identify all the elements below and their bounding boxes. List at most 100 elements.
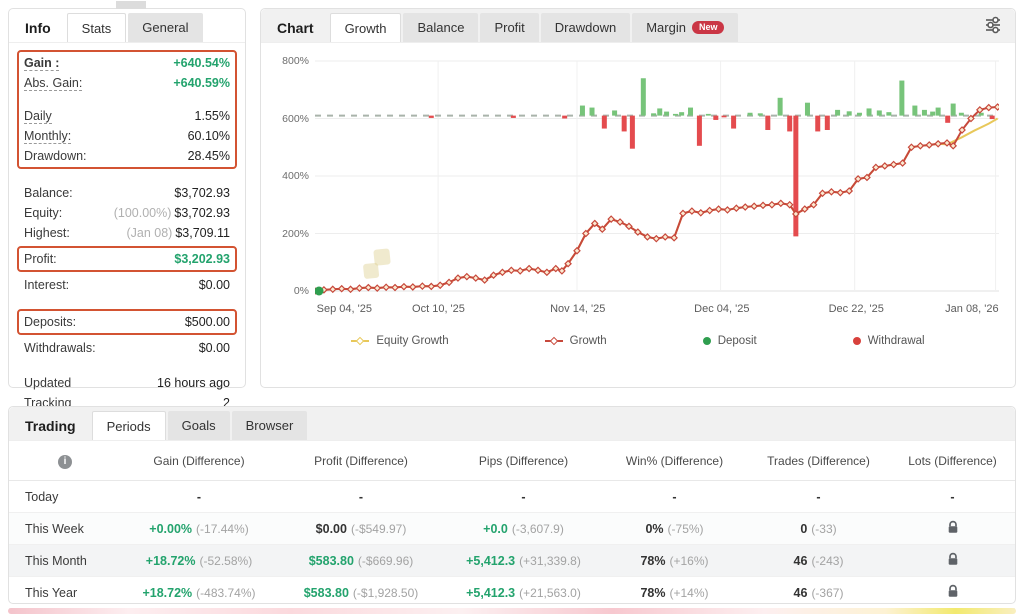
stat-section: Interest: $0.00 bbox=[17, 274, 237, 296]
growth-point-marker bbox=[760, 202, 766, 208]
periods-table-header: iGain (Difference)Profit (Difference)Pip… bbox=[9, 441, 1015, 481]
growth-point-marker bbox=[419, 283, 425, 289]
stat-value-wrap: $3,202.93 bbox=[174, 252, 230, 266]
tab-periods[interactable]: Periods bbox=[92, 411, 166, 440]
deposit-bar bbox=[679, 112, 684, 115]
stat-label[interactable]: Abs. Gain: bbox=[24, 76, 82, 91]
deposit-bar bbox=[847, 111, 852, 115]
legend-item-growth[interactable]: Growth bbox=[545, 335, 607, 347]
tab-goals[interactable]: Goals bbox=[168, 411, 230, 440]
withdrawal-bar bbox=[765, 116, 770, 130]
tab-general[interactable]: General bbox=[128, 13, 202, 42]
cell-main-value: - bbox=[197, 490, 201, 504]
growth-point-marker bbox=[891, 162, 897, 168]
stat-value-wrap: $500.00 bbox=[185, 315, 230, 329]
deposit-bar bbox=[912, 106, 917, 116]
period-label: This Week bbox=[9, 522, 121, 536]
deposit-bar bbox=[886, 112, 891, 115]
tab-profit[interactable]: Profit bbox=[480, 13, 538, 42]
tab-info[interactable]: Info bbox=[19, 13, 65, 42]
tab-stats[interactable]: Stats bbox=[67, 13, 127, 42]
stat-row-updated: Updated16 hours ago bbox=[24, 373, 230, 393]
table-row-this-month: This Month+18.72%(-52.58%)$583.80(-$669.… bbox=[9, 545, 1015, 577]
deposit-bar bbox=[951, 104, 956, 116]
growth-chart-svg[interactable] bbox=[315, 53, 999, 299]
y-tick-label: 0% bbox=[294, 285, 309, 297]
info-icon[interactable]: i bbox=[58, 455, 72, 469]
growth-point-marker bbox=[751, 203, 757, 209]
tab-growth[interactable]: Growth bbox=[330, 13, 402, 42]
growth-point-marker bbox=[535, 267, 541, 273]
stat-value-wrap: $0.00 bbox=[199, 278, 230, 292]
legend-label: Deposit bbox=[718, 335, 757, 347]
value-cell: 46(-243) bbox=[747, 554, 890, 568]
page: InfoStatsGeneral Gain :+640.54%Abs. Gain… bbox=[0, 0, 1024, 616]
column-header-trades: Trades (Difference) bbox=[747, 454, 890, 468]
x-tick-label: Nov 14, '25 bbox=[550, 303, 605, 315]
tab-label: General bbox=[142, 20, 188, 35]
cell-diff-value: (-$1,928.50) bbox=[353, 586, 418, 600]
stat-label: Interest: bbox=[24, 278, 69, 292]
legend-item-deposit[interactable]: Deposit bbox=[703, 335, 757, 347]
lots-cell bbox=[890, 520, 1015, 537]
stat-row-abs-gain: Abs. Gain: +640.59% bbox=[24, 73, 230, 93]
value-cell: $0.00(-$549.97) bbox=[277, 522, 445, 536]
stats-panel: InfoStatsGeneral Gain :+640.54%Abs. Gain… bbox=[8, 8, 246, 388]
periods-tabbar: Trading Periods GoalsBrowser bbox=[9, 407, 1015, 441]
stat-row-highest: Highest:(Jan 08)$3,709.11 bbox=[24, 223, 230, 243]
growth-point-marker bbox=[401, 284, 407, 290]
stat-label: Withdrawals: bbox=[24, 341, 96, 355]
stat-label[interactable]: Gain : bbox=[24, 56, 59, 71]
stat-label[interactable]: Daily bbox=[24, 109, 52, 124]
legend-item-equity-growth[interactable]: Equity Growth bbox=[351, 335, 448, 347]
tab-label: Chart bbox=[277, 20, 314, 36]
growth-point-marker bbox=[428, 283, 434, 289]
tab-browser[interactable]: Browser bbox=[232, 411, 308, 440]
column-header-profit: Profit (Difference) bbox=[277, 454, 445, 468]
chart-plot[interactable]: 0%200%400%600%800% bbox=[315, 53, 1001, 299]
withdrawal-bar bbox=[731, 116, 736, 129]
tab-label: Periods bbox=[107, 419, 151, 434]
tab-margin[interactable]: MarginNew bbox=[632, 13, 738, 42]
stat-value: +640.59% bbox=[173, 76, 230, 90]
value-cell: +0.00%(-17.44%) bbox=[121, 522, 277, 536]
column-header-gain: Gain (Difference) bbox=[121, 454, 277, 468]
x-tick-label: Dec 04, '25 bbox=[694, 303, 749, 315]
cell-diff-value: (-367) bbox=[811, 586, 843, 600]
growth-point-marker bbox=[392, 285, 398, 291]
tab-balance[interactable]: Balance bbox=[403, 13, 478, 42]
withdrawal-bar bbox=[562, 116, 567, 119]
cell-diff-value: (-17.44%) bbox=[196, 522, 249, 536]
stat-section: Withdrawals:$0.00 bbox=[17, 337, 237, 359]
stat-value-wrap: 28.45% bbox=[188, 149, 230, 163]
growth-point-marker bbox=[671, 235, 677, 241]
deposit-bar bbox=[641, 78, 646, 115]
deposit-bar bbox=[959, 113, 964, 116]
withdrawal-bar bbox=[815, 116, 820, 132]
tab-drawdown[interactable]: Drawdown bbox=[541, 13, 630, 42]
cell-diff-value: (+16%) bbox=[670, 554, 709, 568]
tab-label: Trading bbox=[25, 418, 76, 434]
legend-dot-icon bbox=[853, 337, 861, 345]
tab-trading[interactable]: Trading bbox=[19, 411, 90, 440]
chart-settings-sliders-icon[interactable] bbox=[981, 13, 1005, 42]
deposit-bar bbox=[673, 114, 678, 116]
y-tick-label: 400% bbox=[282, 170, 309, 182]
note-marker bbox=[373, 248, 391, 266]
stat-label[interactable]: Monthly: bbox=[24, 129, 71, 144]
growth-point-marker bbox=[778, 200, 784, 206]
stat-value-wrap: (100.00%)$3,702.93 bbox=[114, 206, 230, 220]
withdrawal-bar bbox=[697, 116, 702, 146]
cell-main-value: 0 bbox=[800, 522, 807, 536]
value-cell: $583.80(-$669.96) bbox=[277, 554, 445, 568]
tab-chart[interactable]: Chart bbox=[271, 13, 328, 42]
growth-point-marker bbox=[553, 266, 559, 272]
deposit-bar bbox=[664, 112, 669, 116]
stat-value: $3,202.93 bbox=[174, 252, 230, 266]
highlight-box: Deposits:$500.00 bbox=[17, 309, 237, 335]
legend-dot-icon bbox=[703, 337, 711, 345]
y-axis-labels: 0%200%400%600%800% bbox=[275, 53, 309, 299]
growth-point-marker bbox=[837, 190, 843, 196]
legend-diamond bbox=[549, 337, 557, 345]
legend-item-withdrawal[interactable]: Withdrawal bbox=[853, 335, 925, 347]
